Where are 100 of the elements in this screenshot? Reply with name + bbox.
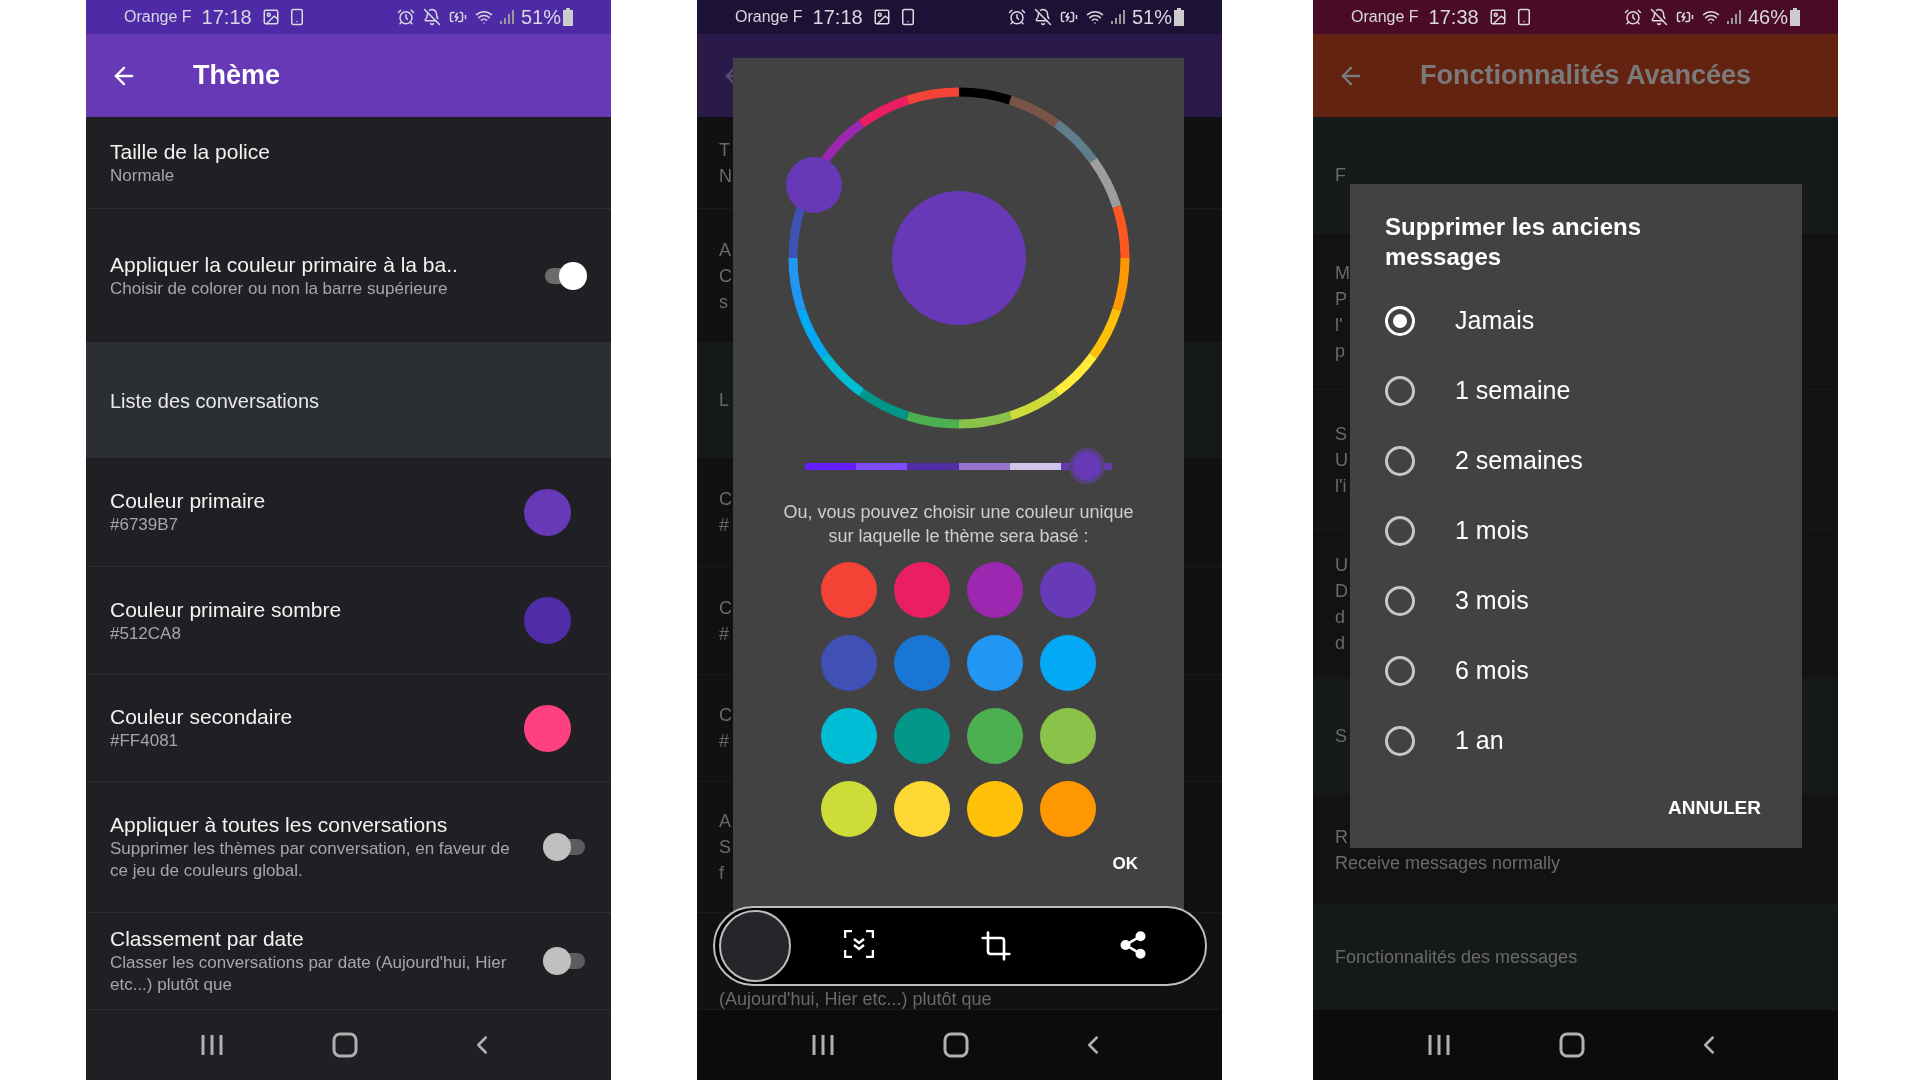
screen-title: Fonctionnalités Avancées bbox=[1420, 59, 1752, 93]
home-icon[interactable] bbox=[943, 1032, 970, 1058]
option-label: 1 mois bbox=[1455, 515, 1529, 547]
home-icon[interactable] bbox=[1559, 1032, 1586, 1058]
option-label: 2 semaines bbox=[1455, 445, 1583, 477]
color-swatch[interactable] bbox=[821, 781, 877, 837]
dimmed-text: L bbox=[719, 389, 729, 412]
dimmed-text: C bbox=[719, 596, 732, 620]
battery-percent: 51% bbox=[520, 5, 561, 30]
cancel-button[interactable]: ANNULER bbox=[1662, 787, 1767, 828]
dimmed-text: # bbox=[719, 514, 729, 537]
radio-option[interactable]: 1 mois bbox=[1385, 496, 1767, 566]
screenshot-thumbnail[interactable] bbox=[719, 910, 791, 982]
crop-edit-icon[interactable] bbox=[980, 930, 1012, 962]
color-swatch[interactable] bbox=[821, 562, 877, 618]
alarm-icon bbox=[396, 8, 415, 26]
color-swatch[interactable] bbox=[967, 635, 1023, 691]
color-swatch[interactable] bbox=[821, 635, 877, 691]
setting-title[interactable]: Classement par date bbox=[110, 926, 531, 952]
setting-subtitle: Choisir de colorer ou non la barre supérieure bbox=[110, 277, 449, 300]
color-swatch[interactable] bbox=[967, 708, 1023, 764]
recent-apps-icon[interactable] bbox=[811, 1033, 836, 1057]
color-swatch[interactable] bbox=[1040, 562, 1096, 618]
recent-apps-icon[interactable] bbox=[1427, 1033, 1452, 1057]
color-swatch[interactable] bbox=[1040, 708, 1096, 764]
battery-icon bbox=[1790, 8, 1800, 26]
radio-option[interactable]: 3 mois bbox=[1385, 566, 1767, 636]
battery-percent: 51% bbox=[1131, 5, 1172, 30]
setting-subtitle: Supprimer les thèmes par conversation, en faveur de ce jeu de couleurs global. bbox=[110, 838, 511, 882]
setting-title[interactable]: Couleur secondaire bbox=[110, 704, 512, 730]
color-swatch[interactable] bbox=[967, 562, 1023, 618]
setting-title[interactable]: Appliquer la couleur primaire à la ba.. bbox=[110, 251, 531, 278]
color-swatch[interactable] bbox=[821, 708, 877, 764]
clock-time: 17:38 bbox=[1428, 5, 1479, 30]
dimmed-text: P bbox=[1335, 287, 1347, 311]
dimmed-text: p bbox=[1335, 339, 1345, 363]
toggle-switch[interactable] bbox=[543, 947, 587, 975]
radio-option[interactable]: 1 an bbox=[1385, 706, 1767, 776]
color-swatch[interactable] bbox=[894, 781, 950, 837]
setting-title[interactable]: Couleur primaire sombre bbox=[110, 596, 512, 623]
radio-button[interactable] bbox=[1385, 726, 1415, 756]
color-swatch[interactable] bbox=[894, 562, 950, 618]
dimmed-text: # bbox=[719, 622, 729, 646]
radio-button[interactable] bbox=[1385, 656, 1415, 686]
alarm-icon bbox=[1007, 8, 1026, 26]
dimmed-text: A bbox=[719, 238, 731, 262]
carrier-name: Orange F bbox=[735, 7, 803, 27]
dimmed-text: Receive messages normally bbox=[1335, 851, 1561, 875]
carrier-name: Orange F bbox=[1351, 7, 1419, 27]
dimmed-text: s bbox=[719, 290, 728, 314]
setting-title[interactable]: Couleur primaire bbox=[110, 488, 512, 514]
color-swatch[interactable] bbox=[894, 708, 950, 764]
setting-title[interactable]: Appliquer à toutes les conversations bbox=[110, 812, 531, 838]
toggle-switch[interactable] bbox=[543, 261, 587, 290]
scroll-capture-icon[interactable] bbox=[844, 930, 874, 958]
dimmed-text: l'i bbox=[1335, 474, 1347, 498]
radio-button[interactable] bbox=[1385, 516, 1415, 546]
color-swatch[interactable] bbox=[1040, 781, 1096, 837]
radio-option[interactable]: 2 semaines bbox=[1385, 426, 1767, 496]
ok-button[interactable]: OK bbox=[1106, 851, 1144, 877]
hint-text: Ou, vous pouvez choisir une couleur unique sur laquelle le thème sera basé : bbox=[782, 501, 1135, 548]
clock-time: 17:18 bbox=[201, 5, 252, 30]
radio-button[interactable] bbox=[1385, 376, 1415, 406]
dimmed-text: U bbox=[1335, 553, 1348, 577]
battery-icon bbox=[563, 8, 573, 26]
radio-option[interactable]: Jamais bbox=[1385, 286, 1767, 356]
radio-option[interactable]: 1 semaine bbox=[1385, 356, 1767, 426]
image-icon bbox=[1488, 8, 1507, 26]
image-icon bbox=[261, 8, 280, 26]
option-label: 1 semaine bbox=[1455, 375, 1571, 407]
option-label: 3 mois bbox=[1455, 585, 1529, 617]
wifi-icon bbox=[474, 8, 493, 26]
dimmed-text: (Aujourd'hui, Hier etc...) plutôt que bbox=[719, 989, 992, 1009]
toggle-switch[interactable] bbox=[543, 833, 587, 861]
wifi-icon bbox=[1085, 8, 1104, 26]
hue-thumb[interactable] bbox=[785, 157, 842, 213]
option-label: 6 mois bbox=[1455, 655, 1529, 687]
home-icon[interactable] bbox=[332, 1032, 359, 1058]
slider-thumb[interactable] bbox=[1069, 447, 1106, 484]
radio-option[interactable]: 6 mois bbox=[1385, 636, 1767, 706]
radio-button[interactable] bbox=[1385, 446, 1415, 476]
hue-ring[interactable] bbox=[788, 87, 1129, 429]
setting-subtitle: Normale bbox=[110, 164, 176, 187]
battery-percent: 46% bbox=[1747, 5, 1788, 30]
dimmed-text: # bbox=[719, 730, 729, 753]
recent-apps-icon[interactable] bbox=[200, 1033, 225, 1057]
color-swatch[interactable] bbox=[894, 635, 950, 691]
radio-button[interactable] bbox=[1385, 586, 1415, 616]
dimmed-text: T bbox=[719, 138, 730, 162]
dimmed-text: l' bbox=[1335, 313, 1343, 337]
signal-icon bbox=[1109, 9, 1126, 25]
mute-icon bbox=[1649, 8, 1668, 26]
option-label: 1 an bbox=[1455, 725, 1504, 757]
dimmed-text: Fonctionnalités des messages bbox=[1335, 946, 1578, 969]
dimmed-text: M bbox=[1335, 261, 1350, 285]
setting-title[interactable]: Taille de la police bbox=[110, 138, 575, 165]
signal-icon bbox=[498, 9, 515, 25]
share-icon[interactable] bbox=[1118, 930, 1148, 960]
color-swatch[interactable] bbox=[967, 781, 1023, 837]
color-swatch[interactable] bbox=[1040, 635, 1096, 691]
